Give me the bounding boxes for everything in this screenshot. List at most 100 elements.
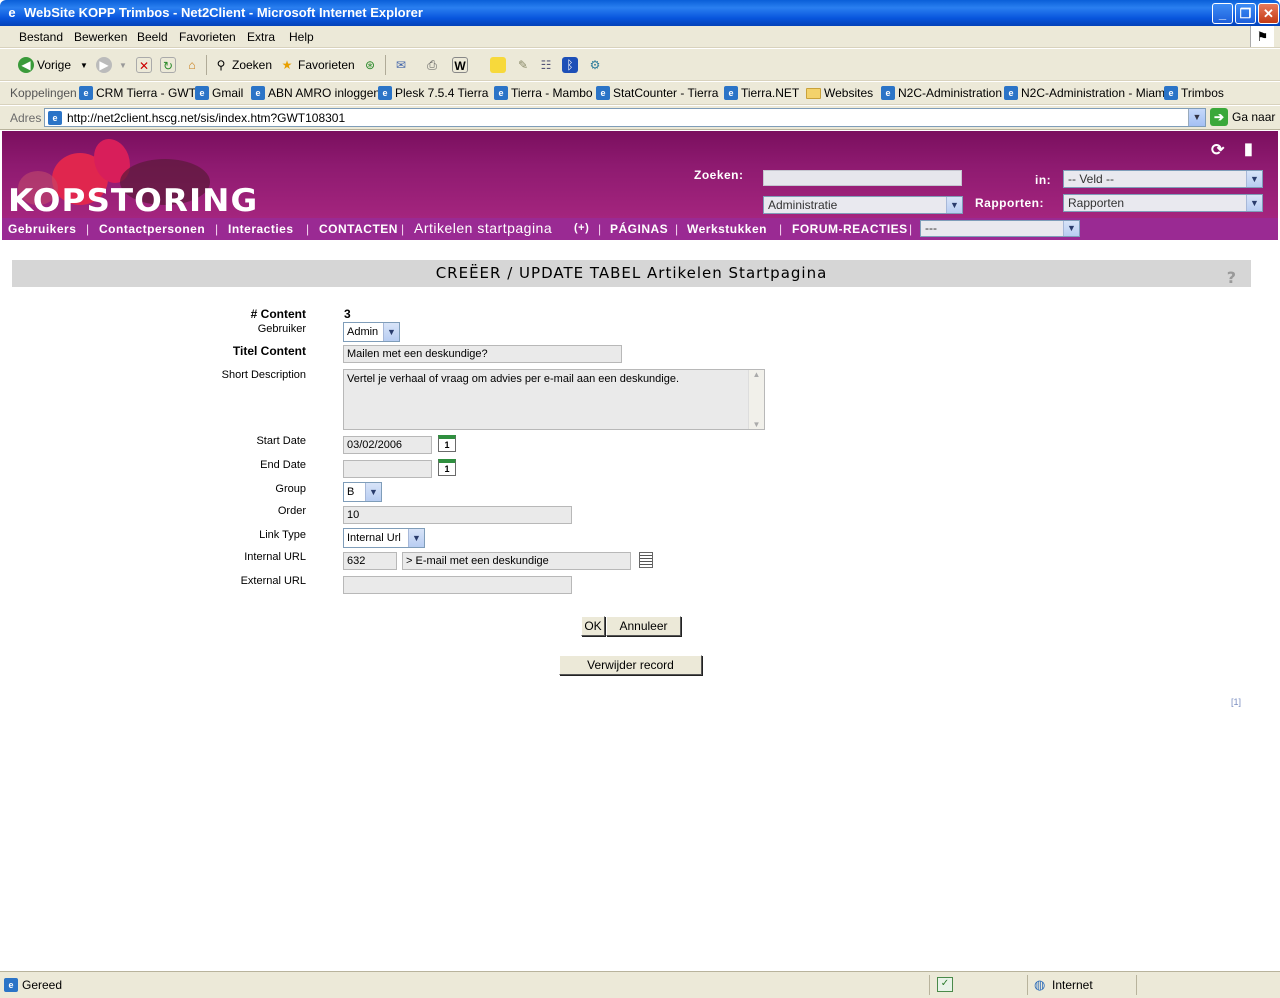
delete-record-button[interactable]: Verwijder record bbox=[559, 655, 702, 675]
link-n2c-miami[interactable]: e N2C-Administration - Miami bbox=[1004, 86, 1168, 100]
forward-button[interactable]: ▶ ▼ bbox=[96, 57, 127, 73]
network-icon[interactable]: ⚙ bbox=[587, 57, 603, 73]
windows-logo-icon: ⚑ bbox=[1250, 26, 1274, 47]
reports-select[interactable]: Rapporten ▼ bbox=[1063, 194, 1263, 212]
order-input[interactable]: 10 bbox=[343, 506, 572, 524]
menu-help[interactable]: Help bbox=[289, 30, 314, 44]
page-index-link[interactable]: [1] bbox=[1231, 697, 1241, 707]
site-search-input[interactable] bbox=[763, 170, 962, 186]
home-icon[interactable]: ⌂ bbox=[184, 57, 200, 73]
user-select[interactable]: Admin ▼ bbox=[343, 322, 400, 342]
menu-bewerken[interactable]: Bewerken bbox=[74, 30, 127, 44]
start-date-value: 03/02/2006 bbox=[347, 439, 403, 451]
link-tierranet[interactable]: e Tierra.NET bbox=[724, 86, 799, 100]
nav-contactpersonen[interactable]: Contactpersonen bbox=[99, 222, 205, 236]
site-header: KOPSTORING Zoeken: in: -- Veld -- ▼ Admi… bbox=[2, 131, 1278, 218]
link-gmail[interactable]: e Gmail bbox=[195, 86, 243, 100]
group-select[interactable]: B ▼ bbox=[343, 482, 382, 502]
favorites-button[interactable]: ★ Favorieten bbox=[279, 57, 355, 73]
internal-url-id-input[interactable]: 632 bbox=[343, 552, 397, 570]
window-title-bar[interactable]: e WebSite KOPP Trimbos - Net2Client - Mi… bbox=[0, 0, 1280, 26]
search-icon: ⚲ bbox=[216, 58, 226, 72]
ok-button[interactable]: OK bbox=[581, 616, 605, 636]
nav-select-value: --- bbox=[925, 221, 937, 235]
link-abn[interactable]: e ABN AMRO inloggen bbox=[251, 86, 380, 100]
cancel-button[interactable]: Annuleer bbox=[606, 616, 681, 636]
close-button[interactable]: ✕ bbox=[1258, 3, 1279, 24]
back-button[interactable]: ◀ Vorige ▼ bbox=[18, 57, 88, 73]
nav-forum-reacties[interactable]: FORUM-REACTIES bbox=[792, 222, 908, 236]
address-bar: Adres e http://net2client.hscg.net/sis/i… bbox=[0, 106, 1280, 130]
group-label: Group bbox=[275, 483, 306, 495]
field-select-value: -- Veld -- bbox=[1068, 172, 1115, 186]
link-mambo[interactable]: e Tierra - Mambo bbox=[494, 86, 593, 100]
start-date-input[interactable]: 03/02/2006 bbox=[343, 436, 432, 454]
refresh-icon[interactable]: ↻ bbox=[160, 57, 176, 73]
logout-icon[interactable]: ▮ bbox=[1244, 139, 1253, 159]
user-select-value: Admin bbox=[347, 326, 379, 338]
history-icon[interactable]: ⊛ bbox=[362, 57, 378, 73]
link-websites[interactable]: Websites bbox=[806, 86, 873, 100]
admin-select[interactable]: Administratie ▼ bbox=[763, 196, 963, 214]
menu-bestand[interactable]: Bestand bbox=[19, 30, 63, 44]
ie-page-icon: e bbox=[724, 86, 738, 100]
minimize-button[interactable]: _ bbox=[1212, 3, 1233, 24]
nav-interacties[interactable]: Interacties bbox=[228, 222, 294, 236]
edit-icon[interactable]: W bbox=[452, 57, 468, 73]
refresh-icon[interactable]: ⟳ bbox=[1211, 140, 1224, 160]
mail-icon[interactable]: ✉ bbox=[393, 57, 409, 73]
help-icon[interactable]: ? bbox=[1227, 264, 1237, 291]
link-plesk[interactable]: e Plesk 7.5.4 Tierra bbox=[378, 86, 488, 100]
link-label: N2C-Administration - Miami bbox=[1021, 86, 1168, 100]
security-icon: ✓ bbox=[937, 977, 953, 992]
nav-artikelen[interactable]: Artikelen startpagina bbox=[414, 220, 552, 236]
research-icon[interactable]: ✎ bbox=[515, 57, 531, 73]
internal-url-title-input[interactable]: > E-mail met een deskundige bbox=[402, 552, 631, 570]
links-bar: Koppelingen e CRM Tierra - GWT e Gmail e AB… bbox=[0, 82, 1280, 105]
menu-beeld[interactable]: Beeld bbox=[137, 30, 168, 44]
notes-icon[interactable] bbox=[490, 57, 506, 73]
menu-favorieten[interactable]: Favorieten bbox=[179, 30, 236, 44]
calendar-icon[interactable]: 1 bbox=[438, 435, 456, 452]
field-select[interactable]: -- Veld -- ▼ bbox=[1063, 170, 1263, 188]
title-input[interactable]: Mailen met een deskundige? bbox=[343, 345, 622, 363]
maximize-button[interactable]: ❐ bbox=[1235, 3, 1256, 24]
address-input[interactable]: e http://net2client.hscg.net/sis/index.h… bbox=[44, 108, 1206, 127]
print-icon[interactable]: ⎙ bbox=[424, 57, 440, 73]
menu-extra[interactable]: Extra bbox=[247, 30, 275, 44]
scroll-down-icon[interactable]: ▼ bbox=[749, 420, 764, 429]
nav-gebruikers[interactable]: Gebruikers bbox=[8, 222, 76, 236]
end-date-input[interactable] bbox=[343, 460, 432, 478]
link-type-select[interactable]: Internal Url ▼ bbox=[343, 528, 425, 548]
external-url-input[interactable] bbox=[343, 576, 572, 594]
bluetooth-icon[interactable]: ᛒ bbox=[562, 57, 578, 73]
go-arrow-icon: ➔ bbox=[1210, 108, 1228, 126]
title-label: Titel Content bbox=[232, 344, 306, 358]
chevron-down-icon: ▼ bbox=[80, 60, 88, 70]
site-logo[interactable]: KOPSTORING bbox=[8, 183, 258, 218]
messenger-icon[interactable]: ☷ bbox=[538, 57, 554, 73]
textarea-scrollbar[interactable]: ▲ ▼ bbox=[748, 370, 764, 429]
chevron-down-icon: ▼ bbox=[1246, 195, 1262, 211]
chevron-down-icon[interactable]: ▼ bbox=[1188, 109, 1205, 126]
ie-page-icon: e bbox=[1004, 86, 1018, 100]
page-picker-icon[interactable] bbox=[639, 552, 653, 568]
link-trimbos[interactable]: e Trimbos bbox=[1164, 86, 1224, 100]
nav-paginas[interactable]: PÁGINAS bbox=[610, 222, 668, 236]
calendar-icon[interactable]: 1 bbox=[438, 459, 456, 476]
search-button[interactable]: ⚲ Zoeken bbox=[213, 57, 272, 73]
nav-add[interactable]: (+) bbox=[574, 222, 589, 234]
description-textarea[interactable]: Vertel je verhaal of vraag om advies per… bbox=[343, 369, 765, 430]
chevron-down-icon: ▼ bbox=[408, 529, 424, 547]
search-label: Zoeken: bbox=[694, 168, 744, 182]
nav-select[interactable]: --- ▼ bbox=[920, 220, 1080, 237]
link-n2c-admin[interactable]: e N2C-Administration bbox=[881, 86, 1002, 100]
ie-page-icon: e bbox=[378, 86, 392, 100]
nav-werkstukken[interactable]: Werkstukken bbox=[687, 222, 767, 236]
scroll-up-icon[interactable]: ▲ bbox=[749, 370, 764, 379]
link-statcounter[interactable]: e StatCounter - Tierra bbox=[596, 86, 718, 100]
nav-contacten[interactable]: CONTACTEN bbox=[319, 222, 398, 236]
stop-icon[interactable]: ✕ bbox=[136, 57, 152, 73]
go-button[interactable]: ➔ Ga naar bbox=[1210, 108, 1275, 126]
link-crm[interactable]: e CRM Tierra - GWT bbox=[79, 86, 196, 100]
